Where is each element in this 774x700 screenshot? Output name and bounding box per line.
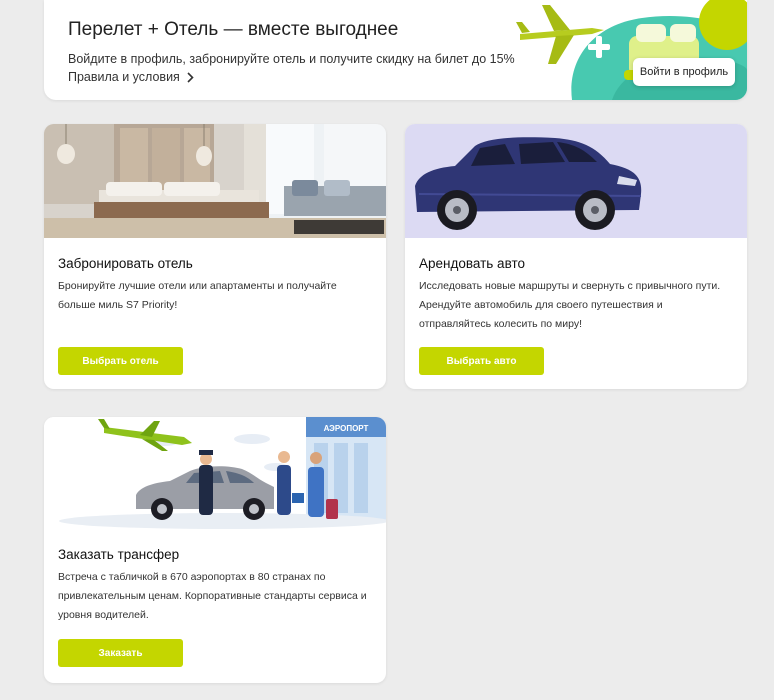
rules-link-label: Правила и условия (68, 70, 180, 84)
choose-hotel-button[interactable]: Выбрать отель (58, 347, 183, 375)
promo-title: Перелет + Отель — вместе выгоднее (68, 19, 399, 40)
hotel-image (44, 124, 386, 238)
car-desc-line: Арендуйте автомобиль для своего путешест… (419, 299, 663, 311)
transfer-desc-line: привлекательным ценам. Корпоративные ста… (58, 590, 367, 602)
car-description: Исследовать новые маршруты и свернуть с … (419, 277, 729, 334)
transfer-description: Встреча с табличкой в 670 аэропортах в 8… (58, 568, 368, 625)
transfer-desc-line: уровня водителей. (58, 609, 149, 621)
rules-link[interactable]: Правила и условия (68, 70, 194, 84)
hotel-title: Забронировать отель (58, 256, 193, 271)
transfer-title: Заказать трансфер (58, 547, 180, 562)
transfer-card: АЭРОПОРТ Заказать трансфер Встреча с таб… (44, 417, 386, 683)
promo-subtitle: Войдите в профиль, забронируйте отель и … (68, 52, 515, 66)
chevron-right-icon (187, 71, 194, 83)
car-title: Арендовать авто (419, 256, 525, 271)
promo-banner: Перелет + Отель — вместе выгоднее Войдит… (44, 0, 747, 100)
car-desc-line: отправляйтесь колесить по миру! (419, 318, 582, 330)
choose-car-button[interactable]: Выбрать авто (419, 347, 544, 375)
transfer-desc-line: Встреча с табличкой в 670 аэропортах в 8… (58, 571, 326, 583)
login-button[interactable]: Войти в профиль (633, 58, 735, 86)
car-image (405, 124, 747, 238)
hotel-desc-line: Бронируйте лучшие отели или апартаменты … (58, 280, 337, 292)
hotel-card: Забронировать отель Бронируйте лучшие от… (44, 124, 386, 389)
order-transfer-button[interactable]: Заказать (58, 639, 183, 667)
transfer-image: АЭРОПОРТ (44, 417, 386, 531)
airport-sign: АЭРОПОРТ (324, 424, 369, 433)
car-desc-line: Исследовать новые маршруты и свернуть с … (419, 280, 721, 292)
hotel-desc-line: больше миль S7 Priority! (58, 299, 178, 311)
hotel-description: Бронируйте лучшие отели или апартаменты … (58, 277, 368, 315)
car-card: Арендовать авто Исследовать новые маршру… (405, 124, 747, 389)
